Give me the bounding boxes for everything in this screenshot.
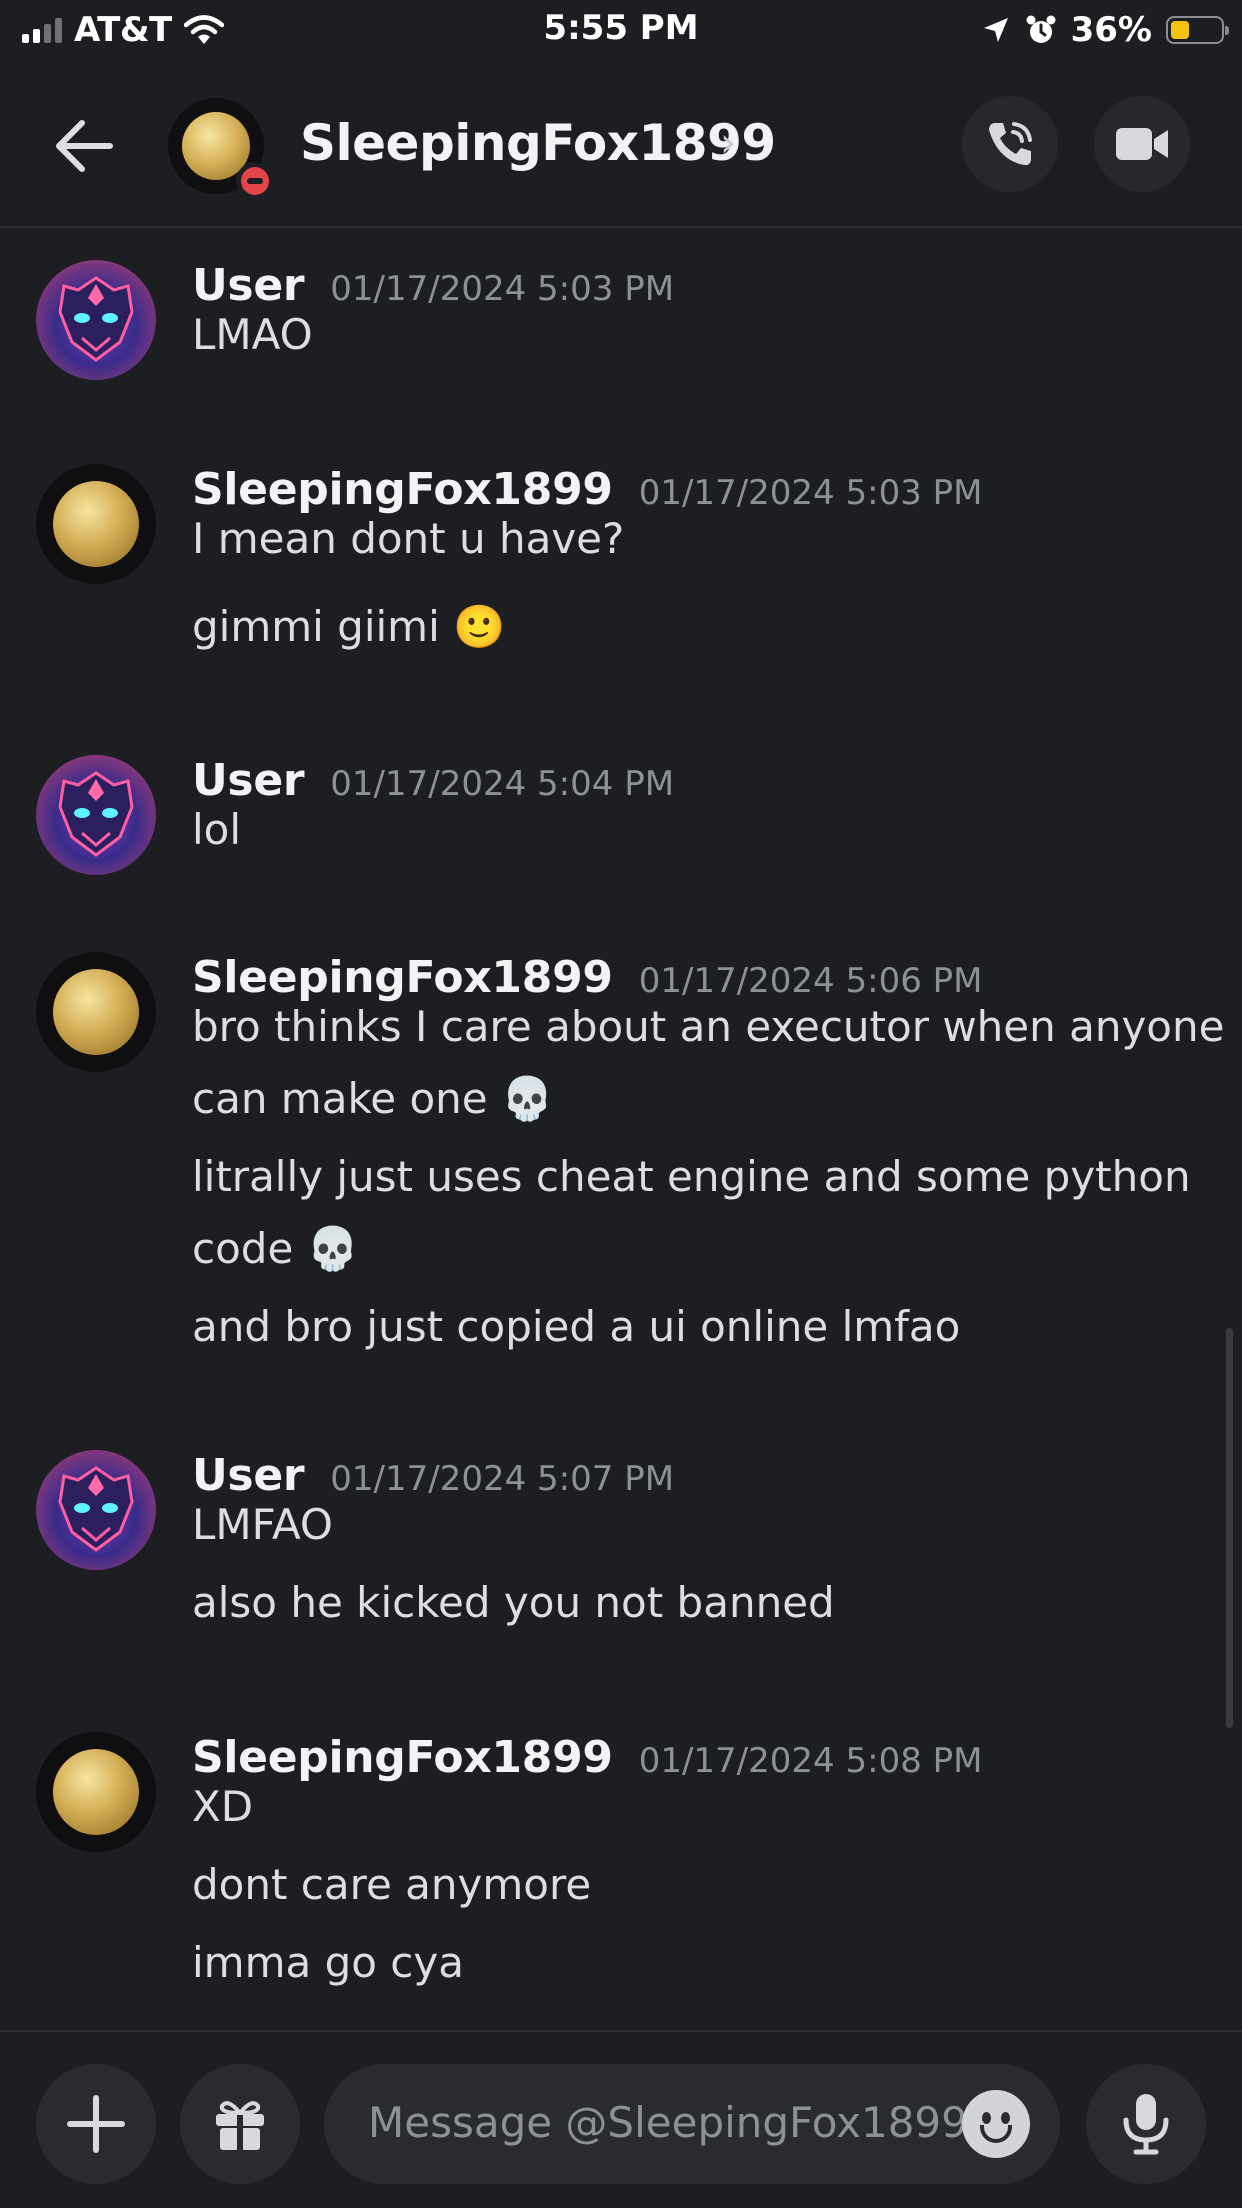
author-name[interactable]: User bbox=[192, 260, 305, 311]
battery-icon bbox=[1166, 16, 1229, 44]
scrollbar[interactable] bbox=[1226, 1328, 1233, 1728]
status-right: 36% bbox=[981, 8, 1229, 52]
user-avatar[interactable] bbox=[36, 260, 156, 380]
user-avatar[interactable] bbox=[36, 755, 156, 875]
avatar-image bbox=[53, 969, 139, 1055]
message-text: can make one 💀 bbox=[192, 1074, 554, 1123]
timestamp: 01/17/2024 5:03 PM bbox=[330, 269, 675, 309]
gift-icon bbox=[216, 2101, 264, 2150]
video-camera-icon bbox=[1116, 128, 1168, 160]
author-name[interactable]: User bbox=[192, 1450, 305, 1501]
attach-button[interactable] bbox=[36, 2064, 156, 2184]
message-meta: User 01/17/2024 5:04 PM bbox=[192, 755, 674, 806]
timestamp: 01/17/2024 5:04 PM bbox=[330, 764, 675, 804]
phone-call-icon bbox=[989, 122, 1032, 166]
message-text: lol bbox=[192, 805, 242, 854]
fox-avatar-image bbox=[58, 276, 134, 362]
back-button[interactable] bbox=[52, 114, 116, 178]
message-text: bro thinks I care about an executor when… bbox=[192, 1002, 1225, 1051]
header-avatar[interactable] bbox=[168, 98, 274, 200]
timestamp: 01/17/2024 5:07 PM bbox=[330, 1459, 675, 1499]
sleepingfox-avatar[interactable] bbox=[36, 1732, 156, 1852]
alarm-icon bbox=[1026, 15, 1056, 43]
message-text: LMFAO bbox=[192, 1500, 333, 1549]
conversation-header: SleepingFox1899 › bbox=[0, 62, 1242, 228]
status-bar: AT&T 5:55 PM 36% bbox=[0, 0, 1242, 62]
author-name[interactable]: SleepingFox1899 bbox=[192, 464, 613, 515]
plus-icon bbox=[67, 2095, 125, 2153]
location-arrow-icon bbox=[983, 18, 1008, 42]
message-meta: User 01/17/2024 5:03 PM bbox=[192, 260, 674, 311]
sleepingfox-avatar[interactable] bbox=[36, 952, 156, 1072]
message-text: code 💀 bbox=[192, 1224, 359, 1273]
voice-message-button[interactable] bbox=[1086, 2064, 1206, 2184]
author-name[interactable]: User bbox=[192, 755, 305, 806]
author-name[interactable]: SleepingFox1899 bbox=[192, 952, 613, 1003]
back-arrow-icon bbox=[56, 120, 113, 172]
message-text: gimmi giimi 🙂 bbox=[192, 602, 506, 651]
avatar-image bbox=[53, 1749, 139, 1835]
message-list[interactable]: User 01/17/2024 5:03 PM LMAO SleepingFox… bbox=[0, 228, 1242, 2030]
message-meta: SleepingFox1899 01/17/2024 5:03 PM bbox=[192, 464, 982, 515]
fox-avatar-image bbox=[58, 771, 134, 857]
voice-call-button[interactable] bbox=[962, 96, 1058, 192]
video-call-button[interactable] bbox=[1094, 96, 1190, 192]
message-meta: SleepingFox1899 01/17/2024 5:06 PM bbox=[192, 952, 982, 1003]
message-text: dont care anymore bbox=[192, 1860, 592, 1909]
message-meta: User 01/17/2024 5:07 PM bbox=[192, 1450, 674, 1501]
message-text: LMAO bbox=[192, 310, 313, 359]
user-avatar[interactable] bbox=[36, 1450, 156, 1570]
message-placeholder: Message @SleepingFox1899 bbox=[368, 2098, 968, 2147]
timestamp: 01/17/2024 5:03 PM bbox=[638, 473, 983, 513]
microphone-icon bbox=[1123, 2094, 1169, 2155]
message-composer: Message @SleepingFox1899 bbox=[0, 2030, 1242, 2208]
message-text: also he kicked you not banned bbox=[192, 1578, 835, 1627]
chevron-right-icon[interactable]: › bbox=[720, 120, 736, 166]
fox-avatar-image bbox=[58, 1466, 134, 1552]
conversation-title[interactable]: SleepingFox1899 bbox=[300, 114, 776, 172]
gift-button[interactable] bbox=[180, 2064, 300, 2184]
message-text: and bro just copied a ui online lmfao bbox=[192, 1302, 961, 1351]
message-input[interactable]: Message @SleepingFox1899 bbox=[324, 2064, 1060, 2184]
message-text: imma go cya bbox=[192, 1938, 464, 1987]
timestamp: 01/17/2024 5:08 PM bbox=[638, 1741, 983, 1781]
timestamp: 01/17/2024 5:06 PM bbox=[638, 961, 983, 1001]
author-name[interactable]: SleepingFox1899 bbox=[192, 1732, 613, 1783]
emoji-icon[interactable] bbox=[962, 2090, 1030, 2158]
avatar-image bbox=[53, 481, 139, 567]
message-text: I mean dont u have? bbox=[192, 514, 625, 563]
dnd-status-icon bbox=[236, 162, 274, 200]
battery-percent: 36% bbox=[1070, 10, 1152, 50]
message-text: XD bbox=[192, 1782, 254, 1831]
sleepingfox-avatar[interactable] bbox=[36, 464, 156, 584]
message-text: litrally just uses cheat engine and some… bbox=[192, 1152, 1191, 1201]
message-meta: SleepingFox1899 01/17/2024 5:08 PM bbox=[192, 1732, 982, 1783]
